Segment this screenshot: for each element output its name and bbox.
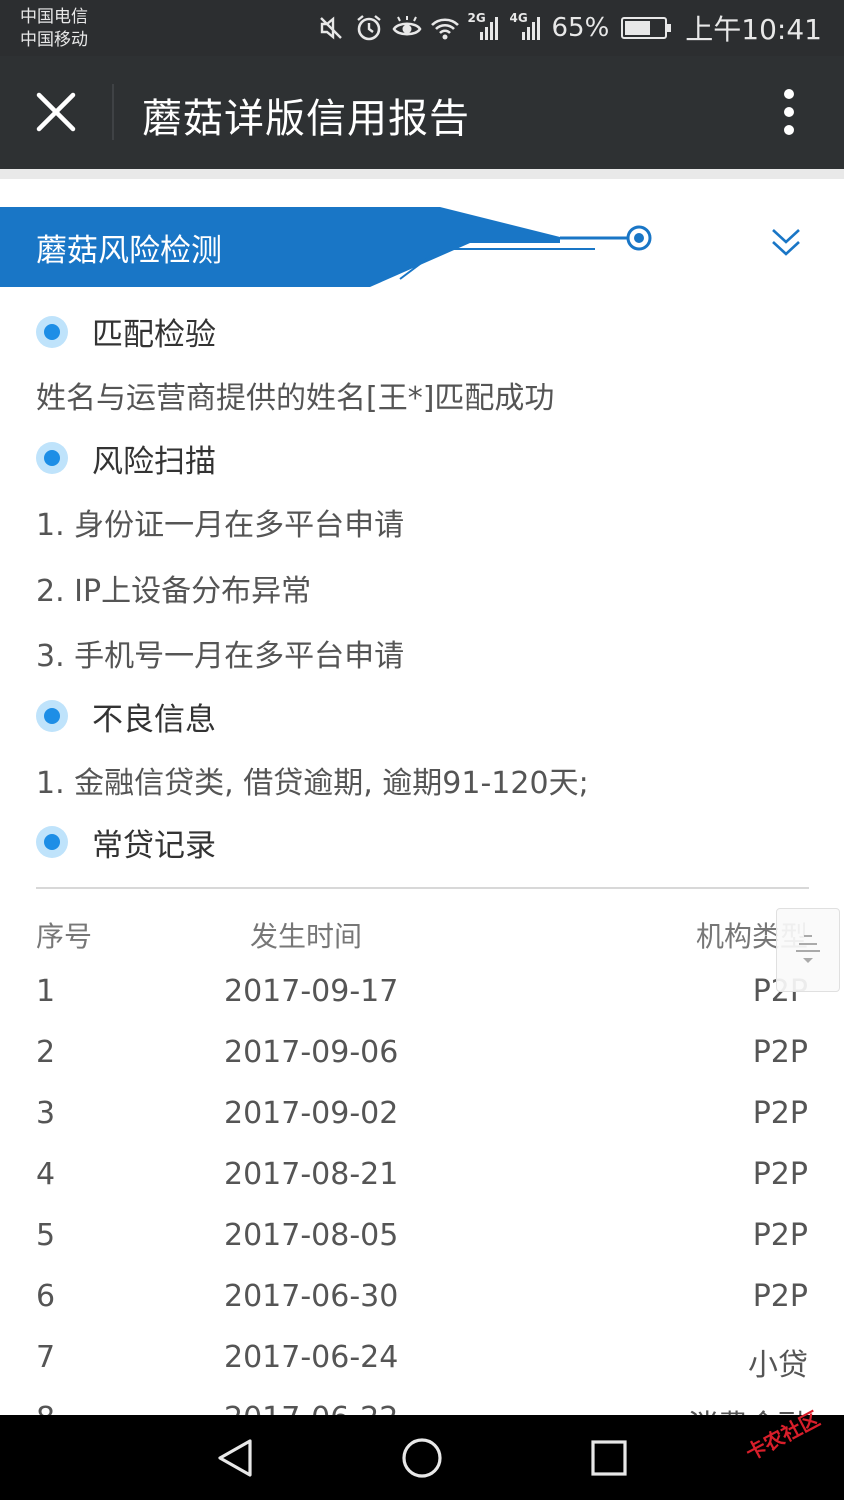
match-result-text: 姓名与运营商提供的姓名[王*]匹配成功 (36, 381, 555, 416)
more-menu-button[interactable] (764, 82, 814, 142)
bullet-dot-icon (36, 826, 68, 858)
nav-back-button[interactable] (210, 1433, 260, 1483)
heading-bad-info: 不良信息 (92, 702, 216, 738)
collapse-button[interactable] (770, 227, 814, 271)
floating-menu-button[interactable] (776, 908, 840, 992)
bullet-dot-icon (36, 442, 68, 474)
close-button[interactable] (20, 76, 92, 148)
bullet-dot-icon (36, 316, 68, 348)
nav-recents-button[interactable] (584, 1433, 634, 1483)
status-bar: 中国电信 中国移动 2G 4G 65% 上午10:41 (0, 0, 844, 56)
carrier-names: 中国电信 中国移动 (20, 6, 88, 52)
row-type: P2P (752, 1279, 808, 1314)
signal-1-label: 2G (467, 11, 486, 25)
back-triangle-icon (218, 1439, 252, 1477)
battery-percent: 65% (551, 13, 610, 43)
row-type: 小贷 (748, 1348, 808, 1383)
risk-item: 3. 手机号一月在多平台申请 (36, 639, 405, 674)
risk-item: 1. 身份证一月在多平台申请 (36, 508, 405, 543)
row-type: P2P (752, 1157, 808, 1192)
row-index: 7 (36, 1340, 56, 1375)
heading-match-check: 匹配检验 (92, 317, 216, 353)
nav-home-button[interactable] (397, 1433, 447, 1483)
row-date: 2017-09-06 (224, 1035, 399, 1070)
page-title: 蘑菇详版信用报告 (142, 96, 470, 142)
list-down-icon (796, 935, 820, 963)
clock: 上午10:41 (685, 13, 822, 46)
table-row: 6 2017-06-30 P2P (0, 1279, 844, 1319)
battery-fill (625, 21, 650, 35)
close-icon (36, 92, 76, 132)
double-chevron-down-icon (772, 229, 800, 256)
signal-icon-1: 2G (467, 11, 502, 43)
heading-risk-scan: 风险扫描 (92, 444, 216, 480)
navigation-bar (0, 1415, 844, 1500)
risk-item: 2. IP上设备分布异常 (36, 574, 312, 609)
table-row: 4 2017-08-21 P2P (0, 1157, 844, 1197)
carrier-1: 中国电信 (20, 7, 88, 27)
bullet-dot-icon (36, 700, 68, 732)
table-row: 3 2017-09-02 P2P (0, 1096, 844, 1136)
eye-comfort-icon (392, 13, 422, 43)
wifi-icon (430, 13, 460, 43)
row-date: 2017-06-30 (224, 1279, 399, 1314)
table-row: 2 2017-09-06 P2P (0, 1035, 844, 1075)
row-index: 5 (36, 1218, 56, 1253)
home-circle-icon (402, 1438, 442, 1478)
title-bar: 蘑菇详版信用报告 (0, 56, 844, 169)
alarm-icon (354, 13, 384, 43)
col-header-index: 序号 (36, 920, 93, 953)
table-row: 1 2017-09-17 P2P (0, 974, 844, 1014)
more-vertical-icon (784, 89, 794, 135)
carrier-2: 中国移动 (20, 30, 88, 50)
row-date: 2017-06-24 (224, 1340, 399, 1375)
row-date: 2017-08-21 (224, 1157, 399, 1192)
table-row: 7 2017-06-24 小贷 (0, 1340, 844, 1383)
bad-info-item: 1. 金融信贷类, 借贷逾期, 逾期91-120天; (36, 766, 589, 801)
row-type: P2P (752, 1096, 808, 1131)
status-icons: 2G 4G 65% 上午10:41 (316, 0, 822, 56)
row-index: 1 (36, 974, 56, 1009)
signal-2-label: 4G (509, 11, 528, 25)
row-date: 2017-09-02 (224, 1096, 399, 1131)
col-header-date: 发生时间 (250, 920, 363, 953)
top-gap (0, 169, 844, 179)
mute-icon (316, 13, 346, 43)
recents-square-icon (591, 1440, 627, 1476)
table-divider (36, 887, 809, 889)
row-date: 2017-08-05 (224, 1218, 399, 1253)
row-type: P2P (752, 1218, 808, 1253)
table-row: 5 2017-08-05 P2P (0, 1218, 844, 1258)
title-divider (112, 84, 114, 140)
section-title: 蘑菇风险检测 (36, 233, 222, 269)
signal-icon-2: 4G (509, 11, 544, 43)
row-date: 2017-09-17 (224, 974, 399, 1009)
row-index: 6 (36, 1279, 56, 1314)
row-type: P2P (752, 1035, 808, 1070)
section-header[interactable]: 蘑菇风险检测 (0, 207, 844, 287)
row-index: 2 (36, 1035, 56, 1070)
battery-icon (621, 17, 672, 39)
row-index: 4 (36, 1157, 56, 1192)
row-index: 3 (36, 1096, 56, 1131)
heading-loan-records: 常贷记录 (92, 828, 216, 864)
